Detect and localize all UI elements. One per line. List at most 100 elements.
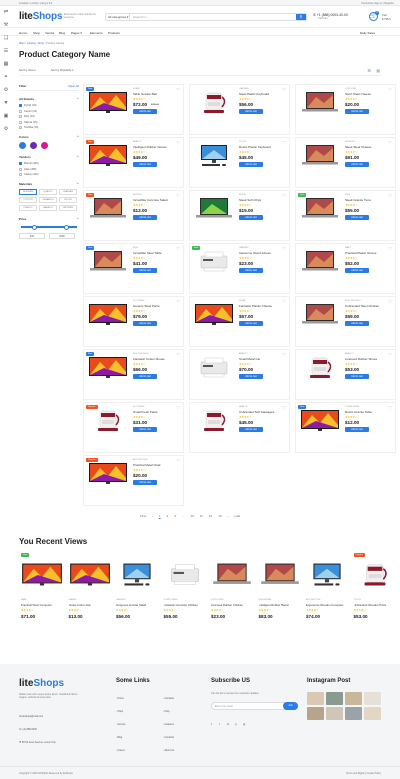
product-category[interactable]: Baby <box>345 247 351 249</box>
color-swatch[interactable] <box>19 142 26 149</box>
product-category[interactable]: Baby <box>21 599 27 601</box>
product-image[interactable] <box>86 195 130 221</box>
checkbox[interactable] <box>19 109 22 113</box>
daily-sales-link[interactable]: Daily Sales <box>360 31 375 35</box>
add-to-cart-button[interactable]: Add to cart <box>239 427 263 432</box>
footer-link[interactable]: Shop <box>116 705 125 718</box>
instagram-photo[interactable] <box>326 707 343 720</box>
product-name[interactable]: Incredible Steel Table <box>133 251 181 255</box>
product-name[interactable]: Steel Plastic Keyboard <box>239 92 287 96</box>
product-image[interactable] <box>192 407 236 433</box>
product-image[interactable] <box>192 354 236 380</box>
product-image[interactable] <box>192 89 236 115</box>
recent-product-card[interactable]: Garden Gorgeous Granite Salad ★★★★☆ $56.00 <box>114 551 160 631</box>
product-image[interactable] <box>298 142 342 168</box>
recent-product-card[interactable]: Automotive Ergonomic Wooden Computer ★★★★☆… <box>304 551 350 631</box>
checkbox[interactable] <box>19 120 22 124</box>
product-card[interactable]: Electronics Unbranded Steel Chicken ★★★★☆ $… <box>295 296 396 347</box>
wishlist-heart-icon[interactable]: ♡ <box>388 352 392 357</box>
account-links[interactable]: Favourites Sign in | Register <box>361 2 394 5</box>
footer-email[interactable]: ✉ liteshops@mail.com <box>19 710 56 723</box>
checkbox[interactable] <box>19 167 22 171</box>
social-icon[interactable]: f <box>211 722 215 726</box>
footer-link[interactable]: Service <box>116 718 125 731</box>
wishlist-heart-icon[interactable]: ♡ <box>176 405 180 410</box>
product-image[interactable] <box>86 89 130 115</box>
add-to-cart-button[interactable]: Add to cart <box>133 109 157 114</box>
wishlist-heart-icon[interactable]: ♡ <box>388 87 392 92</box>
footer-link[interactable]: Contacts <box>163 692 174 705</box>
wishlist-heart-icon[interactable]: ♡ <box>282 299 286 304</box>
wishlist-heart-icon[interactable]: ♡ <box>176 299 180 304</box>
wishlist-heart-icon[interactable]: ♡ <box>176 87 180 92</box>
product-category[interactable]: Tools <box>354 599 361 601</box>
vendor-option[interactable]: Marvel (105) <box>19 162 79 165</box>
footer-link[interactable]: Blog <box>116 731 125 744</box>
product-name[interactable]: Fantastic Plastic Cheese <box>239 304 287 308</box>
product-image[interactable] <box>209 553 255 595</box>
instagram-photo[interactable] <box>307 692 324 705</box>
add-to-cart-button[interactable]: Add to cart <box>133 321 157 326</box>
footer-link[interactable]: About Us <box>163 744 174 757</box>
wishlist-heart-icon[interactable]: ♡ <box>282 193 286 198</box>
social-icon[interactable]: t <box>219 722 223 726</box>
product-card[interactable]: Sale Movies Incredible Concrete Salad ★★★★☆… <box>83 190 184 241</box>
material-tag[interactable]: QUALITY <box>39 189 57 195</box>
product-name[interactable]: Small Fresh Pants <box>133 410 181 414</box>
product-category[interactable]: Beauty <box>133 141 142 143</box>
social-icon[interactable]: in <box>227 722 231 726</box>
price-min-input[interactable]: $10 <box>19 233 45 239</box>
add-to-cart-button[interactable]: Add to cart <box>239 268 263 273</box>
add-to-cart-button[interactable]: Add to cart <box>345 374 369 379</box>
crop-icon[interactable]: ❏ <box>2 34 10 42</box>
product-name[interactable]: Licensed Rubber Chicken <box>211 603 255 607</box>
wishlist-heart-icon[interactable]: ♡ <box>388 299 392 304</box>
product-image[interactable] <box>162 553 208 595</box>
page-link[interactable]: 12 <box>209 514 212 518</box>
product-category[interactable]: Music <box>239 194 246 196</box>
product-image[interactable] <box>67 553 113 595</box>
page-link[interactable]: › <box>228 514 229 518</box>
brand-option[interactable]: Canon (12) <box>19 109 79 113</box>
product-image[interactable] <box>298 89 342 115</box>
add-to-cart-button[interactable]: Add to cart <box>345 321 369 326</box>
wishlist-heart-icon[interactable]: ♡ <box>388 140 392 145</box>
product-card[interactable]: Clothing Generic Steel Pants ★★★★☆ $79.00 Ad… <box>83 296 184 347</box>
product-card[interactable]: Jewelry Sleek Steel Cheese ★★★★☆ $91.00 Add … <box>295 137 396 188</box>
product-category[interactable]: Kids <box>345 194 350 196</box>
product-name[interactable]: Sleek Soft Chips <box>239 198 287 202</box>
instagram-photo[interactable] <box>307 707 324 720</box>
wishlist-heart-icon[interactable]: ♡ <box>176 458 180 463</box>
product-category[interactable]: Computers <box>345 406 359 408</box>
footer-phone[interactable]: ✆ (+1) 888-0000 <box>19 723 56 736</box>
product-category[interactable]: Home <box>239 300 246 302</box>
materials-heading[interactable]: Materials ⌃ <box>19 182 79 186</box>
checkbox[interactable] <box>19 104 22 107</box>
product-name[interactable]: Unbranded Steel Chicken <box>345 304 393 308</box>
product-category[interactable]: Computers <box>164 599 178 601</box>
price-heading[interactable]: Price ⌃ <box>19 217 79 221</box>
locale-selectors[interactable]: Location: London ▾ Eng ▾ $ ▾ <box>19 2 52 5</box>
grid-view-icon[interactable]: ▦ <box>376 68 380 73</box>
product-name[interactable]: Practical Plastic Gloves <box>345 251 393 255</box>
product-image[interactable] <box>304 553 350 595</box>
page-link[interactable]: Last <box>235 514 241 518</box>
recent-product-card[interactable]: Games Rustic Cotton Hat ★★★★☆ $13.00 <box>67 551 113 631</box>
product-category[interactable]: Garden <box>116 599 125 601</box>
product-image[interactable] <box>298 301 342 327</box>
checkbox[interactable] <box>19 162 22 165</box>
material-tag[interactable]: NYLON <box>59 197 77 203</box>
material-tag[interactable]: CERAMICS <box>39 197 57 203</box>
list-view-icon[interactable]: ☰ <box>367 68 371 73</box>
product-category[interactable]: Industrial <box>259 599 272 601</box>
product-image[interactable] <box>86 460 130 486</box>
search-button[interactable]: ⚲ <box>296 14 306 20</box>
product-card[interactable]: Home Fantastic Plastic Cheese ★★★★☆ $57.00 A… <box>189 296 290 347</box>
product-card[interactable]: New Electronics Fantastic Cotton Mouse ★★★★… <box>83 349 184 400</box>
price-min-handle[interactable] <box>32 224 38 230</box>
product-card[interactable]: Outdoor Sport Steel Cheese ★★★★☆ $20.00 Add … <box>295 84 396 135</box>
nav-item-home[interactable]: Home <box>19 31 27 35</box>
product-image[interactable] <box>192 142 236 168</box>
product-category[interactable]: Garden <box>239 88 248 90</box>
add-to-cart-button[interactable]: Add to cart <box>133 215 157 220</box>
